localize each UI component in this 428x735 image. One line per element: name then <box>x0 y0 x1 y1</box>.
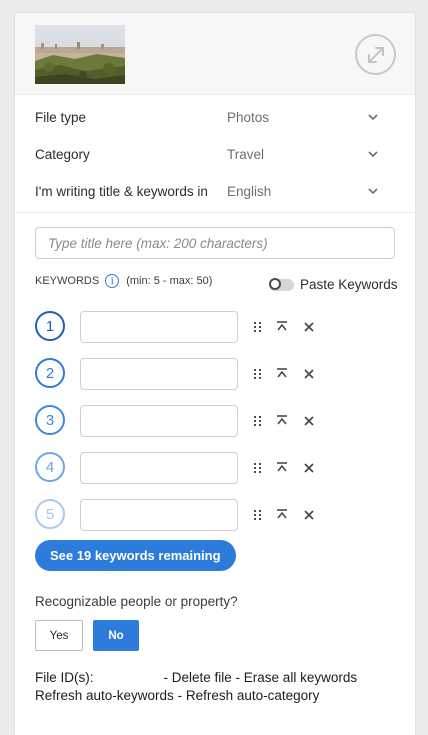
category-select[interactable]: Category Travel <box>15 136 415 173</box>
file-ids-value <box>94 669 164 687</box>
paste-keywords-toggle[interactable]: Paste Keywords <box>269 277 398 292</box>
drag-handle-icon[interactable] <box>251 320 265 334</box>
remove-keyword-icon[interactable] <box>302 414 316 428</box>
keyword-row: 2 <box>35 358 335 390</box>
keywords-limits: (min: 5 - max: 50) <box>126 275 213 287</box>
keyword-input[interactable] <box>80 311 238 343</box>
language-value: English <box>227 184 272 199</box>
drag-handle-icon[interactable] <box>251 367 265 381</box>
keyword-number-badge: 2 <box>35 358 65 388</box>
metadata-section: File type Photos Category Travel I'm wri… <box>15 95 415 213</box>
content-upload-panel: File type Photos Category Travel I'm wri… <box>15 13 415 735</box>
refresh-auto-keywords-link[interactable]: Refresh auto-keywords <box>35 687 174 705</box>
expand-arrows-icon <box>367 46 384 63</box>
language-select[interactable]: I'm writing title & keywords in English <box>15 173 415 210</box>
image-thumbnail[interactable] <box>35 25 125 84</box>
keyword-input[interactable] <box>80 358 238 390</box>
file-type-label: File type <box>35 110 87 125</box>
keyword-row: 1 <box>35 311 335 343</box>
expand-button[interactable] <box>355 34 396 75</box>
preview-area <box>15 13 415 95</box>
remove-keyword-icon[interactable] <box>302 367 316 381</box>
keyword-number-badge: 5 <box>35 499 65 529</box>
remove-keyword-icon[interactable] <box>302 508 316 522</box>
title-input[interactable] <box>35 227 395 259</box>
category-label: Category <box>35 147 90 162</box>
no-button[interactable]: No <box>93 620 139 651</box>
chevron-down-icon <box>368 151 378 158</box>
toggle-knob <box>269 277 281 290</box>
paste-keywords-label: Paste Keywords <box>300 277 398 292</box>
keyword-row: 3 <box>35 405 335 437</box>
keyword-input[interactable] <box>80 499 238 531</box>
file-ids-label: File ID(s): <box>35 670 94 685</box>
remove-keyword-icon[interactable] <box>302 320 316 334</box>
keywords-heading: KEYWORDS <box>35 275 100 287</box>
file-actions: File ID(s): - Delete file - Erase all ke… <box>35 669 357 705</box>
keyword-number-badge: 3 <box>35 405 65 435</box>
keyword-number-badge: 4 <box>35 452 65 482</box>
file-type-value: Photos <box>227 110 270 125</box>
refresh-auto-category-link[interactable]: - Refresh auto-category <box>178 687 320 705</box>
keywords-header: KEYWORDS i (min: 5 - max: 50) <box>35 274 212 288</box>
keyword-row: 4 <box>35 452 335 484</box>
toggle-switch[interactable] <box>269 277 294 291</box>
drag-handle-icon[interactable] <box>251 414 265 428</box>
see-remaining-keywords-button[interactable]: See 19 keywords remaining <box>35 540 236 571</box>
file-actions-line-1: File ID(s): - Delete file - Erase all ke… <box>35 669 357 687</box>
move-to-top-icon[interactable] <box>275 461 289 475</box>
drag-handle-icon[interactable] <box>251 461 265 475</box>
keyword-input[interactable] <box>80 405 238 437</box>
delete-file-link[interactable]: - Delete file <box>164 669 232 687</box>
language-label: I'm writing title & keywords in <box>35 184 208 199</box>
remove-keyword-icon[interactable] <box>302 461 316 475</box>
move-to-top-icon[interactable] <box>275 414 289 428</box>
file-actions-line-2: Refresh auto-keywords - Refresh auto-cat… <box>35 687 357 705</box>
keyword-input[interactable] <box>80 452 238 484</box>
chevron-down-icon <box>368 114 378 121</box>
drag-handle-icon[interactable] <box>251 508 265 522</box>
keyword-number-badge: 1 <box>35 311 65 341</box>
move-to-top-icon[interactable] <box>275 508 289 522</box>
chevron-down-icon <box>368 188 378 195</box>
move-to-top-icon[interactable] <box>275 320 289 334</box>
erase-keywords-link[interactable]: - Erase all keywords <box>236 669 358 687</box>
keyword-row: 5 <box>35 499 335 531</box>
info-icon[interactable]: i <box>105 274 120 288</box>
category-value: Travel <box>227 147 265 162</box>
yes-button[interactable]: Yes <box>35 620 83 651</box>
recognizable-people-question: Recognizable people or property? <box>35 594 238 609</box>
file-type-select[interactable]: File type Photos <box>15 99 415 136</box>
move-to-top-icon[interactable] <box>275 367 289 381</box>
